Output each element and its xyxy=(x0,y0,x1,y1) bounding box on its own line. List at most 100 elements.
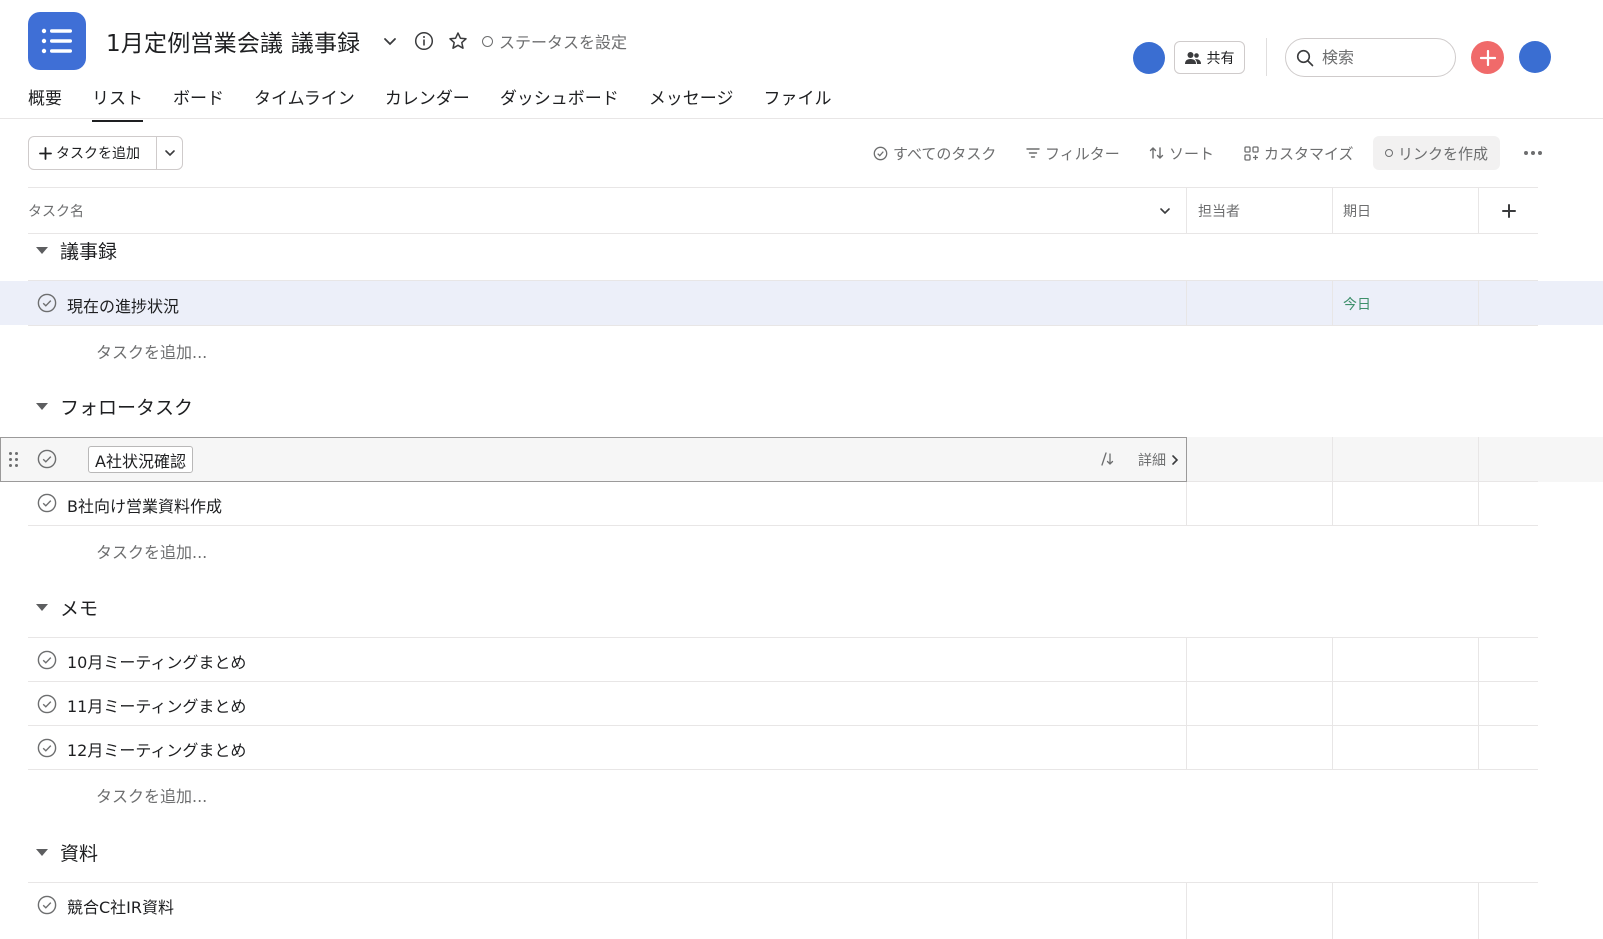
section-title[interactable]: メモ xyxy=(60,594,98,621)
sort-label: ソート xyxy=(1169,144,1215,163)
grid-icon xyxy=(1244,145,1259,161)
project-list-icon[interactable] xyxy=(28,12,86,70)
section-title[interactable]: 議事録 xyxy=(60,237,117,264)
col-divider xyxy=(1478,437,1479,525)
col-divider xyxy=(1332,188,1333,234)
set-status-button[interactable]: ステータスを設定 xyxy=(482,29,627,53)
complete-check-icon[interactable] xyxy=(37,449,57,469)
collapse-triangle-icon[interactable] xyxy=(36,246,48,254)
create-button[interactable] xyxy=(1471,41,1504,74)
col-divider xyxy=(1478,188,1479,234)
complete-check-icon[interactable] xyxy=(37,293,57,313)
col-divider xyxy=(1478,281,1479,325)
col-divider xyxy=(1478,638,1479,769)
project-title[interactable]: 1月定例営業会議 議事録 xyxy=(106,24,360,58)
task-name-edit-field[interactable]: A社状況確認 xyxy=(88,446,193,473)
col-divider xyxy=(1478,883,1479,939)
tabs-divider xyxy=(0,118,1603,119)
col-divider xyxy=(1332,883,1333,939)
info-icon[interactable] xyxy=(411,28,437,54)
tab-files[interactable]: ファイル xyxy=(763,84,831,122)
chevron-down-icon[interactable] xyxy=(377,28,403,54)
search-icon xyxy=(1296,49,1314,66)
add-task-button[interactable]: タスクを追加 xyxy=(29,137,157,169)
task-name[interactable]: 現在の進捗状況 xyxy=(67,293,179,317)
filter-label: フィルター xyxy=(1045,144,1120,163)
details-button[interactable]: 詳細 xyxy=(1138,450,1180,470)
section-title[interactable]: フォロータスク xyxy=(60,393,193,420)
collapse-triangle-icon[interactable] xyxy=(36,402,48,410)
status-circle-icon xyxy=(482,35,493,47)
create-link-label: リンクを作成 xyxy=(1398,144,1489,163)
section-header[interactable]: メモ xyxy=(36,594,98,620)
complete-check-icon[interactable] xyxy=(37,694,57,714)
complete-check-icon[interactable] xyxy=(37,895,57,915)
col-divider xyxy=(1186,281,1187,325)
customize-button[interactable]: カスタマイズ xyxy=(1244,140,1354,166)
tab-list[interactable]: リスト xyxy=(92,84,143,122)
column-header-due[interactable]: 期日 xyxy=(1343,188,1371,234)
task-name[interactable]: B社向け営業資料作成 xyxy=(67,493,222,517)
add-task-split-button: タスクを追加 xyxy=(28,136,183,170)
collapse-triangle-icon[interactable] xyxy=(36,848,48,856)
tab-calendar[interactable]: カレンダー xyxy=(385,84,470,122)
tab-board[interactable]: ボード xyxy=(173,84,224,122)
hover-row-extension xyxy=(1187,437,1603,482)
section-header[interactable]: 資料 xyxy=(36,839,98,865)
section-header[interactable]: フォロータスク xyxy=(36,393,193,419)
add-task-dropdown-button[interactable] xyxy=(157,137,182,169)
drag-handle-icon[interactable] xyxy=(9,452,18,467)
row-border xyxy=(28,325,1538,326)
task-name[interactable]: 10月ミーティングまとめ xyxy=(67,649,246,673)
all-tasks-button[interactable]: すべてのタスク xyxy=(873,140,996,166)
add-task-inline[interactable]: タスクを追加... xyxy=(96,783,207,807)
add-task-label: タスクを追加 xyxy=(56,146,140,162)
tab-overview[interactable]: 概要 xyxy=(28,84,62,122)
col-divider xyxy=(1186,188,1187,234)
more-options-icon[interactable] xyxy=(1520,140,1546,166)
column-header-assignee[interactable]: 担当者 xyxy=(1198,188,1240,234)
plus-icon xyxy=(1479,49,1496,66)
member-avatar[interactable] xyxy=(1133,42,1165,74)
col-divider xyxy=(1186,482,1187,525)
star-icon[interactable] xyxy=(445,28,471,54)
add-task-inline[interactable]: タスクを追加... xyxy=(96,339,207,363)
search-input[interactable] xyxy=(1322,48,1432,67)
user-avatar[interactable] xyxy=(1519,41,1551,73)
project-tabs: 概要 リスト ボード タイムライン カレンダー ダッシュボード メッセージ ファ… xyxy=(28,84,861,122)
chevron-down-icon xyxy=(164,150,175,157)
customize-label: カスタマイズ xyxy=(1264,144,1354,163)
col-divider xyxy=(1186,638,1187,769)
sort-icon xyxy=(1149,147,1164,159)
complete-check-icon[interactable] xyxy=(37,493,57,513)
task-name[interactable]: 11月ミーティングまとめ xyxy=(67,693,246,717)
section-title[interactable]: 資料 xyxy=(60,839,98,866)
tab-messages[interactable]: メッセージ xyxy=(649,84,734,122)
share-button[interactable]: 共有 xyxy=(1174,41,1245,74)
row-border xyxy=(1187,481,1538,482)
collapse-triangle-icon[interactable] xyxy=(36,603,48,611)
search-box[interactable] xyxy=(1285,38,1456,77)
tab-dashboard[interactable]: ダッシュボード xyxy=(500,84,619,122)
task-name[interactable]: 競合C社IR資料 xyxy=(67,894,174,918)
section-header[interactable]: 議事録 xyxy=(36,237,117,263)
tab-timeline[interactable]: タイムライン xyxy=(254,84,355,122)
complete-check-icon[interactable] xyxy=(37,738,57,758)
filter-button[interactable]: フィルター xyxy=(1026,140,1120,166)
due-date[interactable]: 今日 xyxy=(1343,294,1371,314)
add-task-inline[interactable]: タスクを追加... xyxy=(96,539,207,563)
grid-top-border xyxy=(28,187,1538,188)
add-column-plus-icon[interactable] xyxy=(1496,198,1522,224)
col-divider xyxy=(1332,281,1333,325)
create-link-button[interactable]: リンクを作成 xyxy=(1373,136,1501,170)
column-chevron-down-icon[interactable] xyxy=(1152,198,1178,224)
status-label: ステータスを設定 xyxy=(499,33,628,52)
subtask-sort-icon[interactable] xyxy=(1096,449,1116,469)
people-icon xyxy=(1184,51,1201,64)
task-name[interactable]: 12月ミーティングまとめ xyxy=(67,737,246,761)
header-bottom-border xyxy=(28,233,1538,234)
column-header-task-name[interactable]: タスク名 xyxy=(28,188,84,234)
complete-check-icon[interactable] xyxy=(37,650,57,670)
sort-button[interactable]: ソート xyxy=(1149,140,1214,166)
row-border xyxy=(28,882,1538,883)
